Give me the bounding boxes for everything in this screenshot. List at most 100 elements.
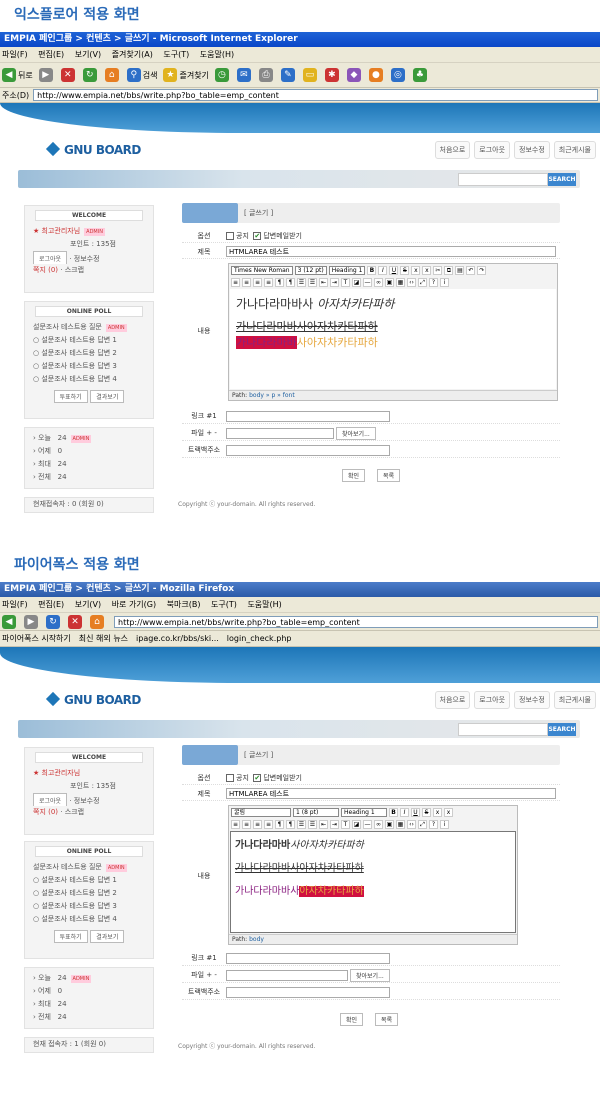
poll-option[interactable]: ○ 설문조사 테스트용 답변 3 (25, 360, 153, 373)
edit-button[interactable]: ✎ (280, 68, 297, 82)
tool-button-2[interactable]: ◆ (346, 68, 363, 82)
align-right-icon[interactable]: ≡ (253, 819, 262, 829)
menu-favorites[interactable]: 즐겨찾기(A) (112, 50, 153, 59)
align-center-icon[interactable]: ≡ (242, 819, 251, 829)
link-icon[interactable]: ∞ (374, 277, 383, 287)
forward-button[interactable]: ▶ (38, 68, 55, 82)
forward-button[interactable]: ▶ (24, 614, 40, 629)
indent-icon[interactable]: ⇥ (330, 819, 339, 829)
notice-checkbox[interactable]: 공지 (226, 231, 249, 241)
align-center-icon[interactable]: ≡ (242, 277, 251, 287)
bookmark-4[interactable]: login_check.php (227, 634, 292, 643)
nav-logout[interactable]: 로그아웃 (474, 691, 511, 709)
online-box[interactable]: 현재 접속자 : 1 (회원 0) (24, 1037, 154, 1053)
tool-button-1[interactable]: ✱ (324, 68, 341, 82)
bookmark-3[interactable]: ipage.co.kr/bbs/ski... (136, 634, 219, 643)
nav-recent[interactable]: 최근게시물 (553, 141, 596, 159)
home-button[interactable]: ⌂ (90, 614, 106, 629)
link-input[interactable] (226, 952, 390, 964)
site-search-button[interactable]: SEARCH (548, 173, 576, 186)
info-edit-link[interactable]: 정보수정 (74, 255, 100, 263)
align-left-icon[interactable]: ≡ (231, 277, 240, 287)
undo-icon[interactable]: ↶ (466, 265, 476, 275)
menu-bookmarks[interactable]: 북마크(B) (167, 600, 201, 609)
menu-edit[interactable]: 편집(E) (38, 600, 64, 609)
mail-checkbox[interactable]: ✔ 답변메일받기 (253, 231, 302, 241)
poll-option[interactable]: ○ 설문조사 테스트용 답변 4 (25, 913, 153, 926)
about-icon[interactable]: i (440, 819, 449, 829)
refresh-button[interactable]: ↻ (82, 68, 99, 82)
font-select[interactable]: Times New Roman (231, 265, 293, 275)
maximize-icon[interactable]: ⤢ (418, 819, 427, 829)
align-left-icon[interactable]: ≡ (231, 819, 240, 829)
site-search-input[interactable] (458, 173, 548, 186)
stop-button[interactable]: ✕ (60, 68, 77, 82)
superscript-icon[interactable]: x (444, 807, 453, 817)
poll-option[interactable]: ○ 설문조사 테스트용 답변 3 (25, 900, 153, 913)
result-button[interactable]: 결과보기 (90, 930, 125, 943)
italic-icon[interactable]: I (400, 807, 409, 817)
trackback-input[interactable] (226, 444, 390, 456)
underline-icon[interactable]: U (411, 807, 420, 817)
logout-link[interactable]: 로그아웃 (33, 251, 68, 264)
file-input[interactable] (226, 969, 348, 981)
memo-link[interactable]: 쪽지 (0) (33, 808, 58, 816)
subject-input[interactable]: HTMLAREA 테스트 (226, 788, 556, 799)
ok-button[interactable]: 확인 (340, 1013, 364, 1026)
nav-logout[interactable]: 로그아웃 (474, 141, 511, 159)
list-button[interactable]: 목록 (375, 1013, 399, 1026)
font-select[interactable]: 굴림 (231, 807, 291, 817)
menu-view[interactable]: 보기(V) (75, 50, 101, 59)
html-icon[interactable]: ‹› (407, 277, 416, 287)
info-edit-link[interactable]: 정보수정 (74, 797, 100, 805)
outdent-icon[interactable]: ⇤ (319, 819, 328, 829)
strike-icon[interactable]: S (400, 265, 410, 275)
back-button[interactable]: ◀ (2, 614, 18, 629)
bold-icon[interactable]: B (389, 807, 398, 817)
tool-button-5[interactable]: ♣ (412, 68, 429, 82)
format-select[interactable]: Heading 1 (341, 807, 387, 817)
folder-button[interactable]: ▭ (302, 68, 319, 82)
search-button[interactable]: ⚲ 검색 (126, 68, 157, 82)
size-select[interactable]: 1 (8 pt) (293, 807, 339, 817)
favorites-button[interactable]: ★ 즐겨찾기 (163, 68, 209, 82)
image-icon[interactable]: ▣ (385, 819, 394, 829)
poll-option[interactable]: ○ 설문조사 테스트용 답변 2 (25, 887, 153, 900)
bg-color-icon[interactable]: ◪ (352, 277, 361, 287)
logout-link[interactable]: 로그아웃 (33, 793, 68, 806)
home-button[interactable]: ⌂ (104, 68, 121, 82)
strike-icon[interactable]: S (422, 807, 431, 817)
scrap-link[interactable]: 스크랩 (65, 808, 84, 816)
maximize-icon[interactable]: ⤢ (418, 277, 427, 287)
ltr-icon[interactable]: ¶ (275, 277, 284, 287)
rtl-icon[interactable]: ¶ (286, 819, 295, 829)
site-logo[interactable]: GNU BOARD (45, 141, 141, 157)
nav-info-edit[interactable]: 정보수정 (514, 691, 550, 709)
help-icon[interactable]: ? (429, 277, 438, 287)
redo-icon[interactable]: ↷ (477, 265, 487, 275)
memo-link[interactable]: 쪽지 (0) (33, 266, 58, 274)
menu-edit[interactable]: 편집(E) (38, 50, 64, 59)
mail-button[interactable]: ✉ (236, 68, 253, 82)
ok-button[interactable]: 확인 (342, 469, 366, 482)
unordered-list-icon[interactable]: ☰ (308, 277, 317, 287)
print-button[interactable]: ⎙ (258, 68, 275, 82)
poll-option[interactable]: ○ 설문조사 테스트용 답변 4 (25, 373, 153, 386)
bookmark-2[interactable]: 최신 해외 뉴스 (79, 633, 128, 644)
tool-button-4[interactable]: ◎ (390, 68, 407, 82)
superscript-icon[interactable]: x (422, 265, 432, 275)
poll-option[interactable]: ○ 설문조사 테스트용 답변 1 (25, 874, 153, 887)
hr-icon[interactable]: — (363, 819, 372, 829)
menu-tools[interactable]: 도구(T) (211, 600, 237, 609)
menu-help[interactable]: 도움말(H) (247, 600, 281, 609)
format-select[interactable]: Heading 1 (328, 265, 366, 275)
history-button[interactable]: ◷ (214, 68, 231, 82)
reload-button[interactable]: ↻ (46, 614, 62, 629)
menu-file[interactable]: 파일(F) (2, 50, 28, 59)
table-icon[interactable]: ▦ (396, 277, 405, 287)
menu-file[interactable]: 파일(F) (2, 600, 28, 609)
menu-view[interactable]: 보기(V) (75, 600, 101, 609)
underline-icon[interactable]: U (389, 265, 399, 275)
cut-icon[interactable]: ✂ (433, 265, 443, 275)
vote-button[interactable]: 투표하기 (53, 930, 88, 943)
